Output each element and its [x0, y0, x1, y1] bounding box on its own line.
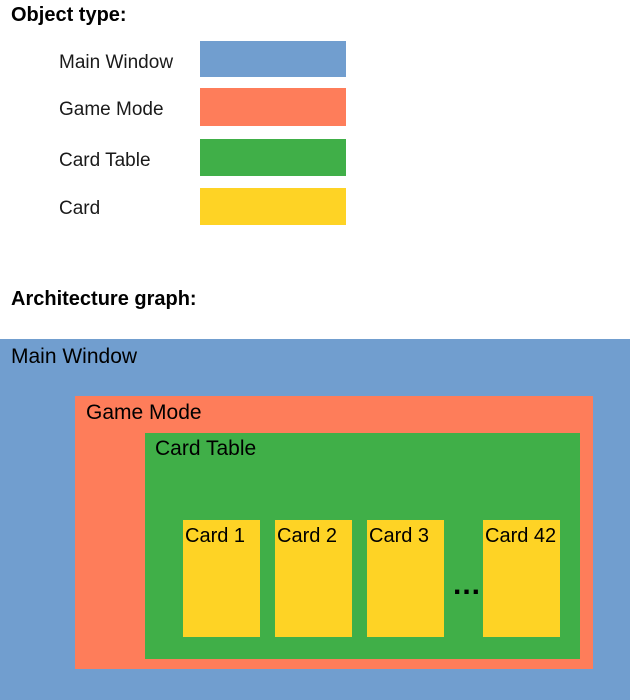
card-1: Card 1 [183, 520, 260, 637]
card-1-label: Card 1 [185, 525, 246, 547]
main-window-label: Main Window [11, 345, 138, 368]
game-mode-label: Game Mode [86, 401, 202, 424]
card-3: Card 3 [367, 520, 444, 637]
legend-label-card-table: Card Table [59, 150, 151, 171]
legend-label-card: Card [59, 198, 101, 219]
legend-title: Object type: [11, 4, 127, 26]
card-42: Card 42 [483, 520, 560, 637]
ellipsis: ... [453, 568, 482, 601]
architecture-title: Architecture graph: [11, 288, 197, 310]
card-3-label: Card 3 [369, 525, 430, 547]
card-42-label: Card 42 [485, 525, 557, 547]
legend-swatch-card-table [200, 139, 346, 176]
legend-swatch-game-mode [200, 88, 346, 126]
legend-swatch-main-window [200, 41, 346, 77]
legend-swatch-card [200, 188, 346, 225]
legend-label-main-window: Main Window [59, 52, 174, 73]
card-table-label: Card Table [155, 437, 257, 460]
card-2: Card 2 [275, 520, 352, 637]
legend-label-game-mode: Game Mode [59, 99, 164, 120]
card-2-label: Card 2 [277, 525, 338, 547]
